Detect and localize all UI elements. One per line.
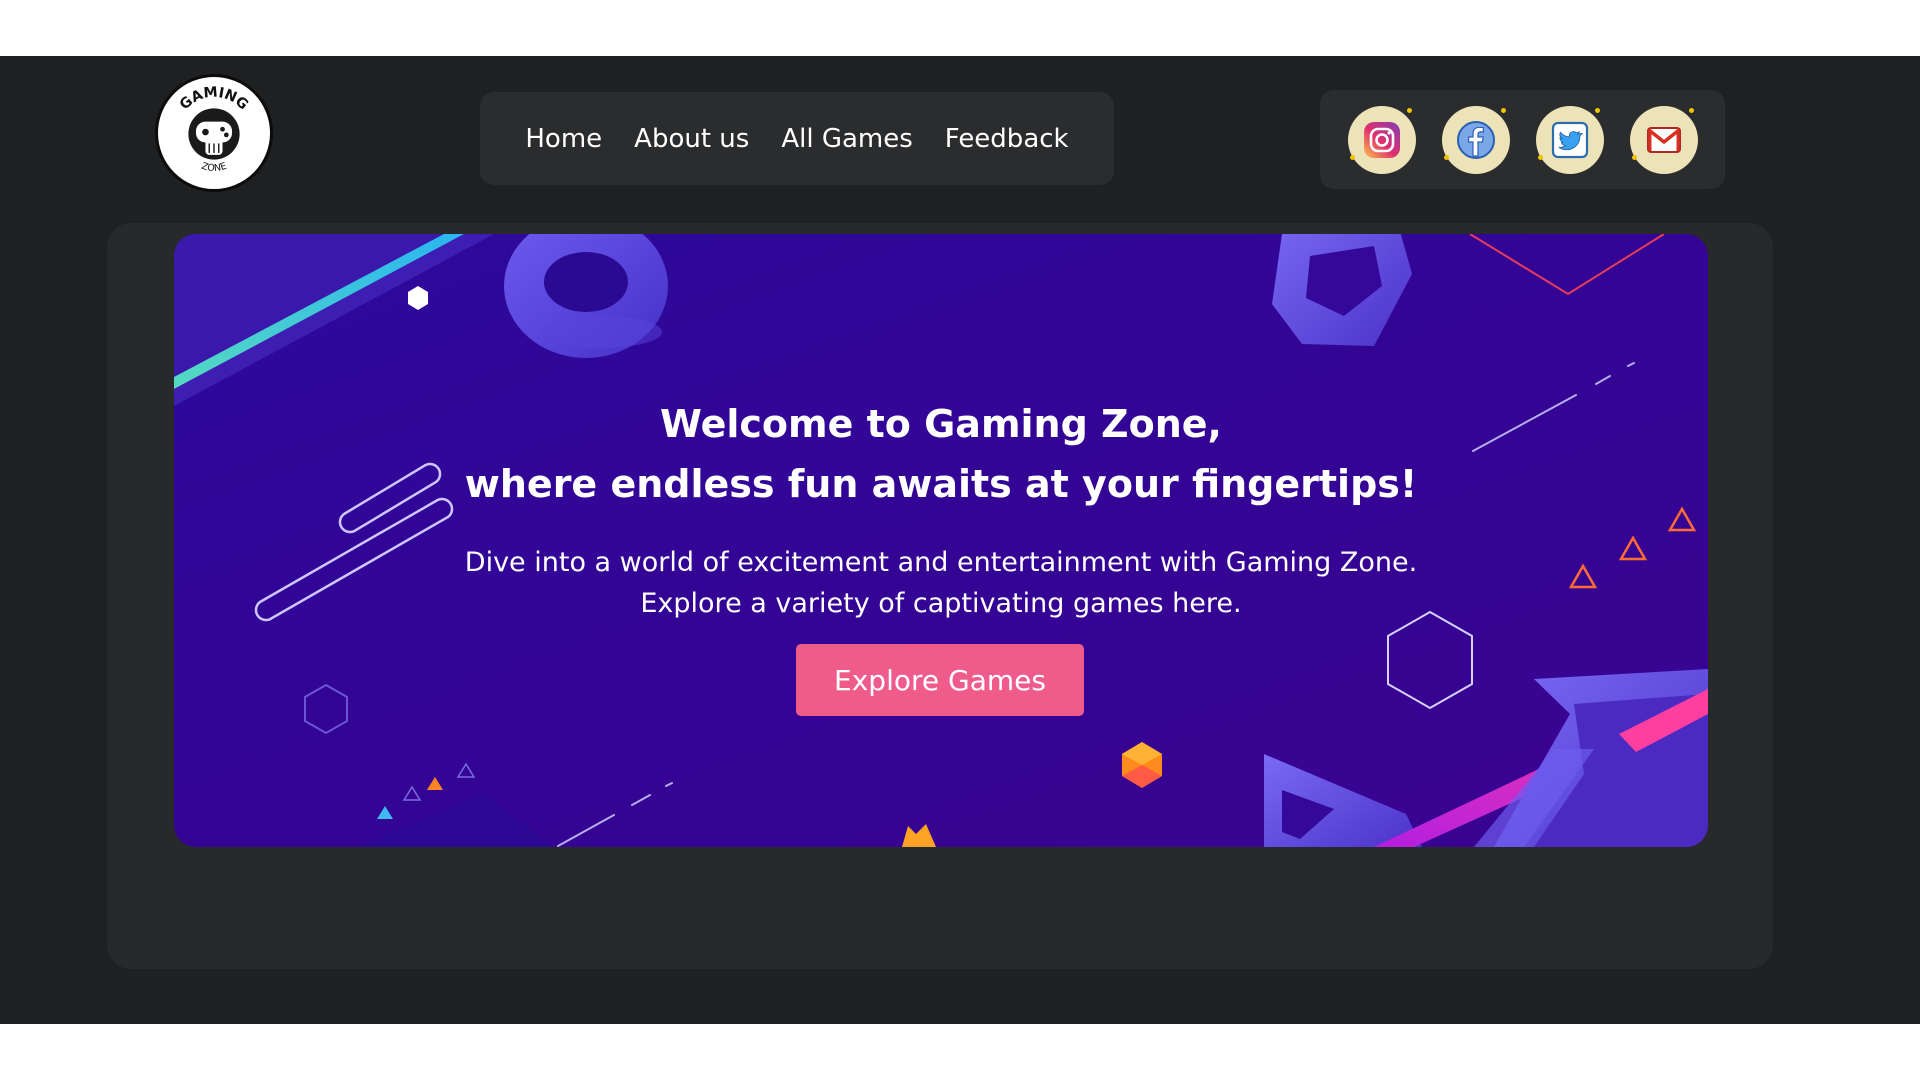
social-links [1320, 90, 1725, 189]
svg-text:ZONE: ZONE [200, 161, 228, 174]
nav-about-link[interactable]: About us [634, 124, 749, 154]
facebook-button[interactable] [1441, 105, 1510, 174]
hero-title: Welcome to Gaming Zone, where endless fu… [174, 394, 1708, 514]
hero-decoration [174, 234, 1708, 847]
gmail-button[interactable] [1629, 105, 1698, 174]
hero-desc-line2: Explore a variety of captivating games h… [640, 588, 1242, 619]
logo-text-bottom: ZONE [200, 161, 228, 174]
main-nav: Home About us All Games Feedback [480, 92, 1114, 185]
instagram-button[interactable] [1347, 105, 1416, 174]
instagram-icon [1363, 121, 1400, 158]
nav-all-games-link[interactable]: All Games [781, 124, 912, 154]
gmail-icon [1646, 126, 1681, 153]
hero-title-line1: Welcome to Gaming Zone, [660, 402, 1222, 446]
nav-home-link[interactable]: Home [525, 124, 602, 154]
explore-games-button[interactable]: Explore Games [796, 644, 1084, 716]
hero-banner: Welcome to Gaming Zone, where endless fu… [174, 234, 1708, 847]
hero-description: Dive into a world of excitement and ente… [174, 542, 1708, 624]
gaming-zone-logo[interactable]: GAMING ZONE [155, 74, 273, 192]
gamepad-fist-icon: GAMING ZONE [177, 85, 251, 175]
nav-feedback-link[interactable]: Feedback [945, 124, 1069, 154]
twitter-button[interactable] [1535, 105, 1604, 174]
facebook-icon [1456, 120, 1495, 159]
hero-title-line2: where endless fun awaits at your fingert… [464, 462, 1418, 506]
hero-desc-line1: Dive into a world of excitement and ente… [464, 547, 1418, 578]
twitter-icon [1551, 121, 1588, 158]
